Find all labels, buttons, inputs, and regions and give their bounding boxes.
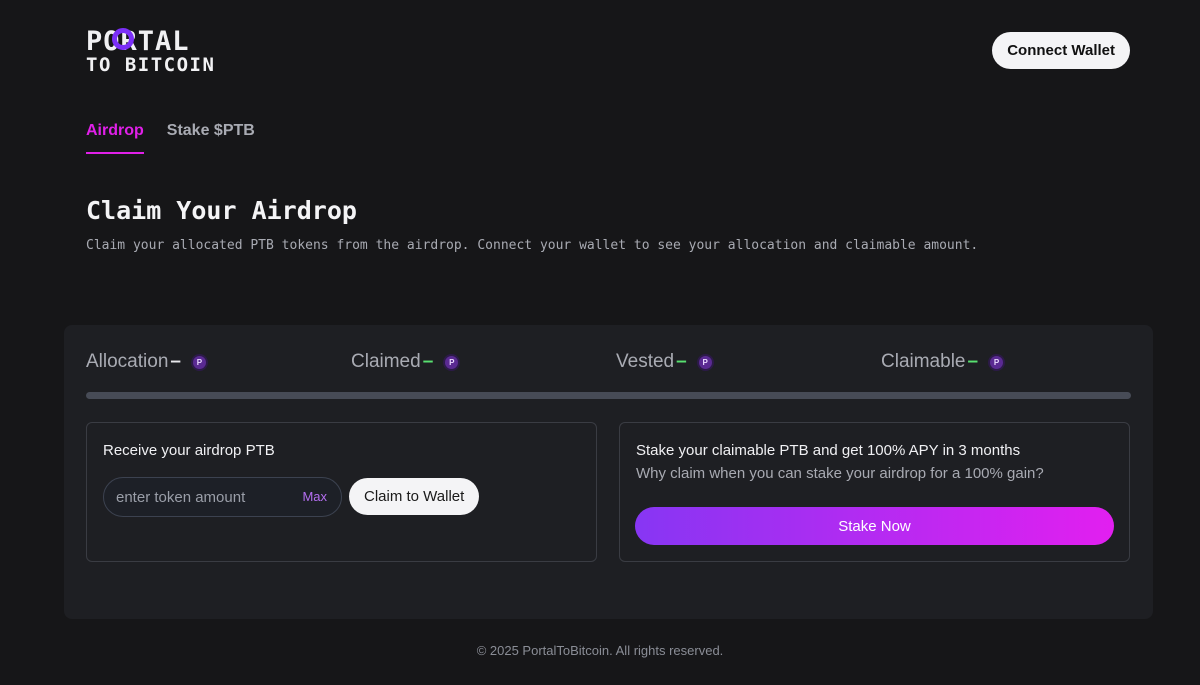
stat-label: Allocation — [86, 351, 169, 372]
stake-card-title: Stake your claimable PTB and get 100% AP… — [636, 442, 1021, 459]
stat-label: Vested — [616, 351, 675, 372]
stat-value: – — [170, 351, 181, 372]
stat-label: Claimed — [351, 351, 421, 372]
token-amount-input[interactable] — [104, 478, 294, 516]
stat-claimable: Claimable – P — [881, 351, 1004, 373]
stat-label: Claimable — [881, 351, 966, 372]
ptb-token-icon: P — [990, 355, 1004, 369]
airdrop-panel: Allocation – P Claimed – P Vested – P Cl… — [64, 325, 1153, 619]
claim-progress-bar — [86, 392, 1131, 399]
tab-airdrop[interactable]: Airdrop — [86, 122, 144, 154]
token-amount-field[interactable]: Max — [103, 477, 342, 517]
stat-vested: Vested – P — [616, 351, 712, 373]
tab-stake-ptb[interactable]: Stake $PTB — [167, 122, 255, 154]
ptb-token-icon: P — [445, 355, 459, 369]
stat-value: – — [676, 351, 687, 372]
ptb-token-icon: P — [698, 355, 712, 369]
footer-copyright: © 2025 PortalToBitcoin. All rights reser… — [476, 643, 724, 658]
max-button[interactable]: Max — [302, 489, 327, 504]
stake-card: Stake your claimable PTB and get 100% AP… — [619, 422, 1130, 562]
stat-claimed: Claimed – P — [351, 351, 459, 373]
logo-ring-icon — [112, 28, 134, 50]
stake-now-button[interactable]: Stake Now — [635, 507, 1114, 545]
header: PORTAL TO BITCOIN Connect Wallet — [86, 26, 1130, 80]
stat-value: – — [422, 351, 434, 372]
page-title: Claim Your Airdrop — [86, 196, 357, 225]
stat-allocation: Allocation – P — [86, 351, 206, 373]
stake-card-subtitle: Why claim when you can stake your airdro… — [636, 465, 1044, 482]
claim-card-title: Receive your airdrop PTB — [103, 442, 275, 459]
connect-wallet-button[interactable]: Connect Wallet — [992, 32, 1130, 69]
logo-line1: PORTAL — [86, 26, 190, 57]
claim-to-wallet-button[interactable]: Claim to Wallet — [349, 478, 480, 515]
stat-value: – — [967, 351, 979, 372]
logo-line2: TO BITCOIN — [86, 54, 216, 76]
page-subtitle: Claim your allocated PTB tokens from the… — [86, 238, 979, 253]
ptb-token-icon: P — [192, 355, 206, 369]
claim-card: Receive your airdrop PTB Max Claim to Wa… — [86, 422, 597, 562]
portal-to-bitcoin-logo[interactable]: PORTAL TO BITCOIN — [86, 26, 246, 76]
tab-bar: Airdrop Stake $PTB — [86, 122, 255, 154]
stats-row: Allocation – P Claimed – P Vested – P Cl… — [86, 351, 1131, 375]
